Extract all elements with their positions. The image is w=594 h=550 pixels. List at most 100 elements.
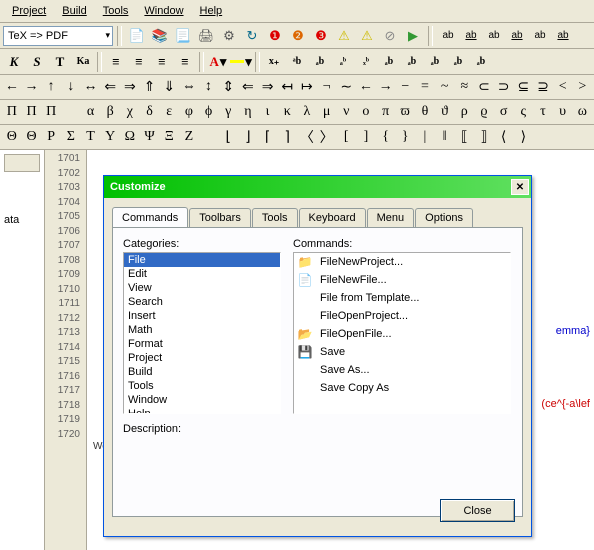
symbol-0-19[interactable]: →: [377, 77, 395, 97]
style-k[interactable]: K: [3, 52, 25, 72]
symbol-2-23[interactable]: ⟦: [455, 127, 473, 147]
menu-help[interactable]: Help: [192, 3, 231, 19]
commands-listbox[interactable]: 📁FileNewProject...📄FileNewFile...File fr…: [293, 252, 511, 414]
tab-commands[interactable]: Commands: [112, 207, 188, 227]
script-btn-8[interactable]: ₐb: [447, 52, 469, 72]
category-item[interactable]: Window: [124, 393, 280, 407]
symbol-0-6[interactable]: ⇒: [121, 77, 139, 97]
script-btn-5[interactable]: ₐb: [378, 52, 400, 72]
symbol-1-15[interactable]: λ: [298, 102, 316, 122]
command-item[interactable]: File from Template...: [294, 289, 510, 307]
category-item[interactable]: Format: [124, 337, 280, 351]
style-ka[interactable]: Ka: [72, 52, 94, 72]
symbol-1-28[interactable]: υ: [554, 102, 572, 122]
symbol-1-8[interactable]: ε: [160, 102, 178, 122]
symbol-2-3[interactable]: Σ: [62, 127, 80, 147]
symbol-0-8[interactable]: ⇓: [160, 77, 178, 97]
symbol-2-22[interactable]: ‖: [436, 127, 454, 147]
play-icon[interactable]: ▶: [402, 25, 424, 47]
symbol-2-29[interactable]: [573, 127, 591, 147]
symbol-2-10[interactable]: [200, 127, 218, 147]
tab-options[interactable]: Options: [415, 208, 473, 227]
command-item[interactable]: FileOpenProject...: [294, 307, 510, 325]
style-s[interactable]: S: [26, 52, 48, 72]
symbol-1-18[interactable]: ο: [357, 102, 375, 122]
symbol-2-4[interactable]: Τ: [82, 127, 100, 147]
symbol-0-18[interactable]: ←: [357, 77, 375, 97]
symbol-1-27[interactable]: τ: [534, 102, 552, 122]
symbol-0-21[interactable]: =: [416, 77, 434, 97]
tab-toolbars[interactable]: Toolbars: [189, 208, 251, 227]
symbol-2-8[interactable]: Ξ: [160, 127, 178, 147]
category-item[interactable]: Build: [124, 365, 280, 379]
symbol-2-17[interactable]: [: [337, 127, 355, 147]
symbol-0-9[interactable]: ⇔: [180, 77, 198, 97]
symbol-0-14[interactable]: ↤: [278, 77, 296, 97]
highlight-color[interactable]: ▾: [230, 52, 252, 72]
menu-window[interactable]: Window: [136, 3, 191, 19]
symbol-2-21[interactable]: |: [416, 127, 434, 147]
symbol-2-15[interactable]: 〈: [298, 127, 316, 147]
symbol-1-19[interactable]: π: [377, 102, 395, 122]
symbol-1-25[interactable]: σ: [495, 102, 513, 122]
category-item[interactable]: Help: [124, 407, 280, 414]
ab-style-3[interactable]: ab: [506, 25, 528, 47]
category-item[interactable]: Search: [124, 295, 280, 309]
symbol-0-1[interactable]: →: [23, 77, 41, 97]
symbol-1-20[interactable]: ϖ: [396, 102, 414, 122]
symbol-0-22[interactable]: ~: [436, 77, 454, 97]
symbol-0-5[interactable]: ⇐: [101, 77, 119, 97]
symbol-1-10[interactable]: ϕ: [200, 102, 218, 122]
symbol-1-0[interactable]: Π: [3, 102, 21, 122]
ab-style-2[interactable]: ab: [483, 25, 505, 47]
symbol-2-16[interactable]: 〉: [318, 127, 336, 147]
category-item[interactable]: Project: [124, 351, 280, 365]
warn2-icon[interactable]: ⚠: [356, 25, 378, 47]
symbol-2-26[interactable]: ⟩: [514, 127, 532, 147]
gear-icon[interactable]: ⚙: [218, 25, 240, 47]
symbol-1-24[interactable]: ϱ: [475, 102, 493, 122]
panel-tab[interactable]: [4, 154, 40, 172]
close-button[interactable]: Close: [440, 499, 515, 522]
tab-keyboard[interactable]: Keyboard: [299, 208, 366, 227]
symbol-0-13[interactable]: ⇒: [259, 77, 277, 97]
category-item[interactable]: View: [124, 281, 280, 295]
category-item[interactable]: Insert: [124, 309, 280, 323]
menu-project[interactable]: Project: [4, 3, 54, 19]
symbol-2-25[interactable]: ⟨: [495, 127, 513, 147]
script-btn-4[interactable]: ₓᵇ: [355, 52, 377, 72]
symbol-1-1[interactable]: Π: [23, 102, 41, 122]
symbol-2-11[interactable]: ⌊: [219, 127, 237, 147]
tab-tools[interactable]: Tools: [252, 208, 298, 227]
symbol-1-16[interactable]: μ: [318, 102, 336, 122]
symbol-0-20[interactable]: −: [396, 77, 414, 97]
script-btn-6[interactable]: ₐb: [401, 52, 423, 72]
category-item[interactable]: Math: [124, 323, 280, 337]
script-btn-3[interactable]: ₐᵇ: [332, 52, 354, 72]
error-icon[interactable]: ❶: [264, 25, 286, 47]
ab-style-1[interactable]: ab: [460, 25, 482, 47]
menu-build[interactable]: Build: [54, 3, 94, 19]
refresh-icon[interactable]: ↻: [241, 25, 263, 47]
script-btn-0[interactable]: x₊: [263, 52, 285, 72]
symbol-1-2[interactable]: Π: [42, 102, 60, 122]
script-btn-9[interactable]: ₐb: [470, 52, 492, 72]
category-item[interactable]: Edit: [124, 267, 280, 281]
symbol-1-26[interactable]: ς: [514, 102, 532, 122]
symbol-2-12[interactable]: ⌋: [239, 127, 257, 147]
ab-style-5[interactable]: ab: [552, 25, 574, 47]
menu-tools[interactable]: Tools: [95, 3, 137, 19]
symbol-0-27[interactable]: ⊇: [534, 77, 552, 97]
symbol-0-11[interactable]: ⇕: [219, 77, 237, 97]
symbol-2-19[interactable]: {: [377, 127, 395, 147]
script-btn-7[interactable]: ₐb: [424, 52, 446, 72]
symbol-2-2[interactable]: Ρ: [42, 127, 60, 147]
sheet-icon[interactable]: 📃: [172, 25, 194, 47]
symbol-0-24[interactable]: ⊂: [475, 77, 493, 97]
symbol-2-27[interactable]: [534, 127, 552, 147]
symbol-2-1[interactable]: Θ: [23, 127, 41, 147]
command-item[interactable]: Save As...: [294, 361, 510, 379]
category-item[interactable]: File: [124, 253, 280, 267]
symbol-2-6[interactable]: Ω: [121, 127, 139, 147]
symbol-1-7[interactable]: δ: [141, 102, 159, 122]
